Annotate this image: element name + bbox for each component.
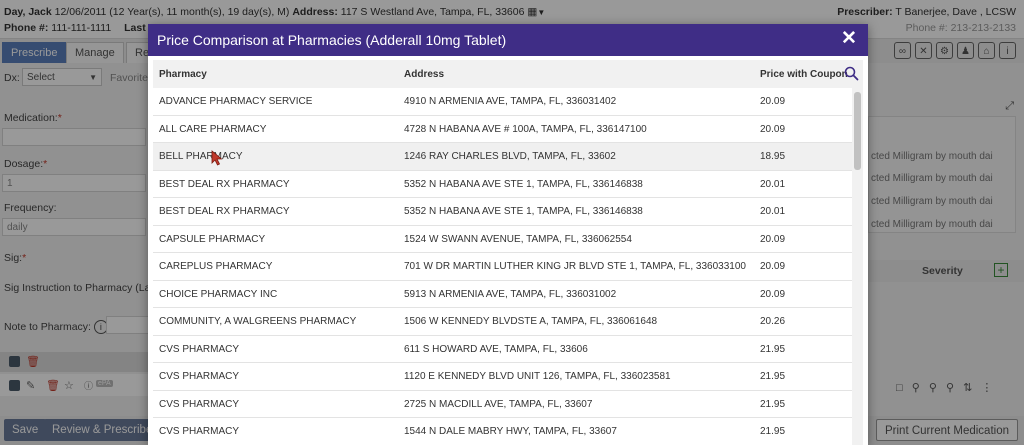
pharmacy-address-cell: 2725 N MACDILL AVE, TAMPA, FL, 33607 <box>404 398 593 410</box>
pharmacy-name-cell: CVS PHARMACY <box>159 398 240 410</box>
pharmacy-address-cell: 5913 N ARMENIA AVE, TAMPA, FL, 336031002 <box>404 288 617 300</box>
price-cell: 20.26 <box>760 316 786 327</box>
column-header-pharmacy[interactable]: Pharmacy <box>159 69 207 80</box>
pharmacy-address-cell: 4910 N ARMENIA AVE, TAMPA, FL, 336031402 <box>404 96 617 107</box>
table-row[interactable]: CVS PHARMACY 611 S HOWARD AVE, TAMPA, FL,… <box>153 335 852 363</box>
pharmacy-address-cell: 1246 RAY CHARLES BLVD, TAMPA, FL, 33602 <box>404 151 616 162</box>
pharmacy-address-cell: 5352 N HABANA AVE STE 1, TAMPA, FL, 3361… <box>404 178 643 190</box>
table-row[interactable]: CAPSULE PHARMACY 1524 W SWANN AVENUE, TAM… <box>153 225 852 253</box>
price-cell: 20.01 <box>760 206 786 217</box>
price-cell: 18.95 <box>760 151 786 162</box>
pharmacy-table-header: Pharmacy Address Price with Coupon <box>153 60 863 89</box>
pharmacy-name-cell: BEST DEAL RX PHARMACY <box>159 206 290 217</box>
price-cell: 21.95 <box>760 343 786 355</box>
table-row[interactable]: ADVANCE PHARMACY SERVICE 4910 N ARMENIA A… <box>153 88 852 116</box>
price-cell: 20.09 <box>760 123 786 135</box>
table-row[interactable]: BELL PHARMACY 1246 RAY CHARLES BLVD, TAMP… <box>153 143 852 171</box>
search-icon[interactable] <box>844 66 859 81</box>
pharmacy-address-cell: 701 W DR MARTIN LUTHER KING JR BLVD STE … <box>404 261 746 272</box>
pharmacy-table-body: ADVANCE PHARMACY SERVICE 4910 N ARMENIA A… <box>153 88 852 445</box>
table-row[interactable]: BEST DEAL RX PHARMACY 5352 N HABANA AVE S… <box>153 198 852 226</box>
table-row[interactable]: ALL CARE PHARMACY 4728 N HABANA AVE # 100… <box>153 115 852 143</box>
pharmacy-name-cell: BELL PHARMACY <box>159 151 243 162</box>
table-row[interactable]: CVS PHARMACY 1120 E KENNEDY BLVD UNIT 126… <box>153 363 852 391</box>
pharmacy-name-cell: COMMUNITY, A WALGREENS PHARMACY <box>159 316 357 327</box>
column-header-price[interactable]: Price with Coupon <box>760 69 848 80</box>
mouse-cursor-icon <box>211 150 223 166</box>
pharmacy-address-cell: 1506 W KENNEDY BLVDSTE A, TAMPA, FL, 336… <box>404 316 658 327</box>
pharmacy-address-cell: 4728 N HABANA AVE # 100A, TAMPA, FL, 336… <box>404 123 647 135</box>
pharmacy-name-cell: BEST DEAL RX PHARMACY <box>159 178 290 190</box>
scrollbar-thumb[interactable] <box>854 92 861 170</box>
table-row[interactable]: COMMUNITY, A WALGREENS PHARMACY 1506 W KE… <box>153 308 852 336</box>
column-header-address[interactable]: Address <box>404 69 444 80</box>
pharmacy-address-cell: 611 S HOWARD AVE, TAMPA, FL, 33606 <box>404 343 588 355</box>
price-cell: 21.95 <box>760 398 786 410</box>
pharmacy-name-cell: CVS PHARMACY <box>159 426 240 437</box>
price-cell: 21.95 <box>760 371 786 382</box>
pharmacy-name-cell: ALL CARE PHARMACY <box>159 123 267 135</box>
price-cell: 21.95 <box>760 426 786 437</box>
pharmacy-address-cell: 1524 W SWANN AVENUE, TAMPA, FL, 33606255… <box>404 233 632 245</box>
pharmacy-name-cell: CVS PHARMACY <box>159 343 240 355</box>
pharmacy-address-cell: 1120 E KENNEDY BLVD UNIT 126, TAMPA, FL,… <box>404 371 671 382</box>
pharmacy-name-cell: CAPSULE PHARMACY <box>159 233 266 245</box>
price-cell: 20.09 <box>760 288 786 300</box>
pharmacy-name-cell: CHOICE PHARMACY INC <box>159 288 278 300</box>
modal-title: Price Comparison at Pharmacies (Adderall… <box>157 32 507 48</box>
table-row[interactable]: CHOICE PHARMACY INC 5913 N ARMENIA AVE, T… <box>153 280 852 308</box>
table-row[interactable]: CVS PHARMACY 2725 N MACDILL AVE, TAMPA, F… <box>153 390 852 418</box>
pharmacy-name-cell: CAREPLUS PHARMACY <box>159 261 273 272</box>
table-row[interactable]: CVS PHARMACY 1544 N DALE MABRY HWY, TAMPA… <box>153 418 852 445</box>
table-row[interactable]: CAREPLUS PHARMACY 701 W DR MARTIN LUTHER … <box>153 253 852 281</box>
price-cell: 20.09 <box>760 96 786 107</box>
pharmacy-name-cell: ADVANCE PHARMACY SERVICE <box>159 96 313 107</box>
price-cell: 20.01 <box>760 178 786 190</box>
scrollbar[interactable] <box>852 88 863 445</box>
pharmacy-name-cell: CVS PHARMACY <box>159 371 240 382</box>
price-comparison-modal: Price Comparison at Pharmacies (Adderall… <box>148 24 868 445</box>
modal-title-bar: Price Comparison at Pharmacies (Adderall… <box>148 24 868 56</box>
price-cell: 20.09 <box>760 233 786 245</box>
price-cell: 20.09 <box>760 261 786 272</box>
table-row[interactable]: BEST DEAL RX PHARMACY 5352 N HABANA AVE S… <box>153 170 852 198</box>
pharmacy-address-cell: 1544 N DALE MABRY HWY, TAMPA, FL, 33607 <box>404 426 617 437</box>
pharmacy-address-cell: 5352 N HABANA AVE STE 1, TAMPA, FL, 3361… <box>404 206 643 217</box>
close-icon[interactable]: ✕ <box>838 28 860 50</box>
